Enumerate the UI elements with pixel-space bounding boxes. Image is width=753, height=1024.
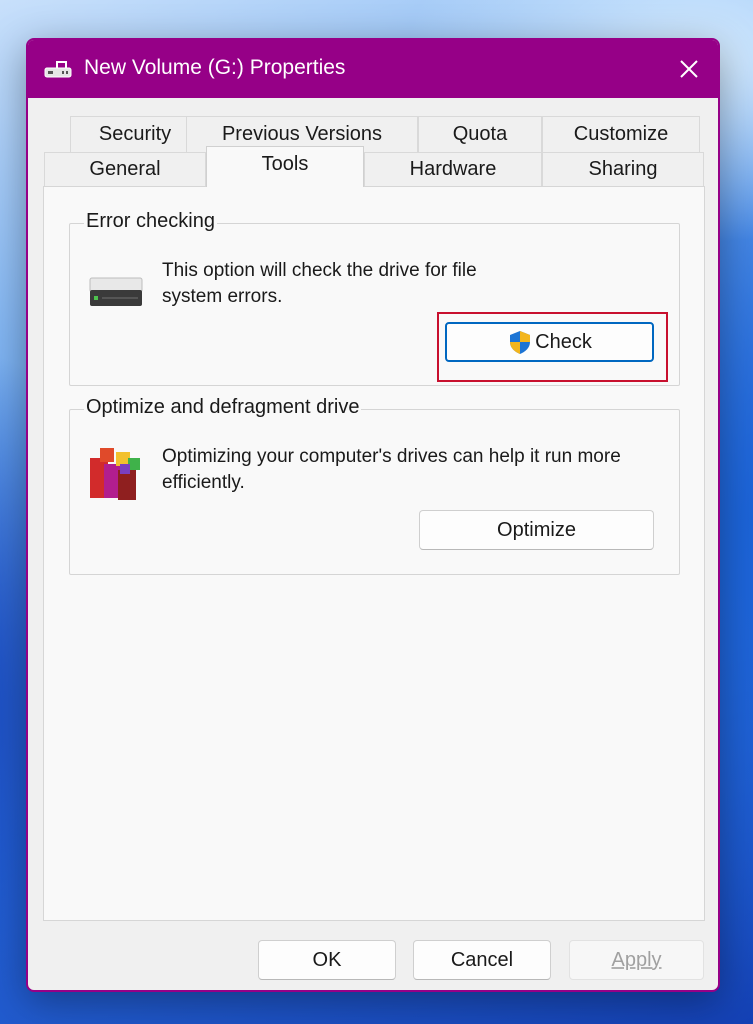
error-checking-title: Error checking [84, 210, 217, 233]
properties-window: New Volume (G:) Properties Security Prev… [26, 38, 720, 992]
optimize-button-label: Optimize [497, 518, 576, 541]
cancel-button[interactable]: Cancel [413, 940, 551, 980]
optimize-button[interactable]: Optimize [419, 510, 654, 550]
error-checking-group: Error checking This option will check th… [69, 210, 680, 386]
optimize-title: Optimize and defragment drive [84, 396, 362, 419]
uac-shield-icon [510, 331, 531, 354]
apply-button-label: Apply [611, 948, 662, 971]
tab-tools[interactable]: Tools [206, 146, 364, 187]
tab-customize[interactable]: Customize [542, 116, 700, 152]
tools-tab-panel: Error checking This option will check th… [43, 186, 705, 921]
apply-button[interactable]: Apply [569, 940, 704, 980]
window-title: New Volume (G:) Properties [84, 56, 346, 79]
tab-hardware[interactable]: Hardware [364, 152, 542, 186]
ok-button-label: OK [312, 948, 342, 971]
drive-icon [44, 61, 72, 78]
title-bar[interactable]: New Volume (G:) Properties [28, 40, 718, 98]
tab-sharing[interactable]: Sharing [542, 152, 704, 186]
close-icon [680, 60, 698, 78]
tab-quota[interactable]: Quota [418, 116, 542, 152]
error-checking-description: This option will check the drive for fil… [162, 260, 477, 307]
hard-drive-icon [89, 277, 143, 306]
tab-general[interactable]: General [44, 152, 206, 186]
optimize-group: Optimize and defragment drive Optimizing… [69, 396, 680, 575]
defrag-icon [90, 448, 140, 500]
optimize-description: Optimizing your computer's drives can he… [162, 446, 621, 493]
ok-button[interactable]: OK [258, 940, 396, 980]
close-button[interactable] [660, 40, 718, 98]
cancel-button-label: Cancel [450, 948, 514, 971]
check-button[interactable]: Check [445, 322, 654, 362]
tab-security[interactable]: Security [70, 116, 200, 152]
check-button-label: Check [535, 330, 592, 353]
